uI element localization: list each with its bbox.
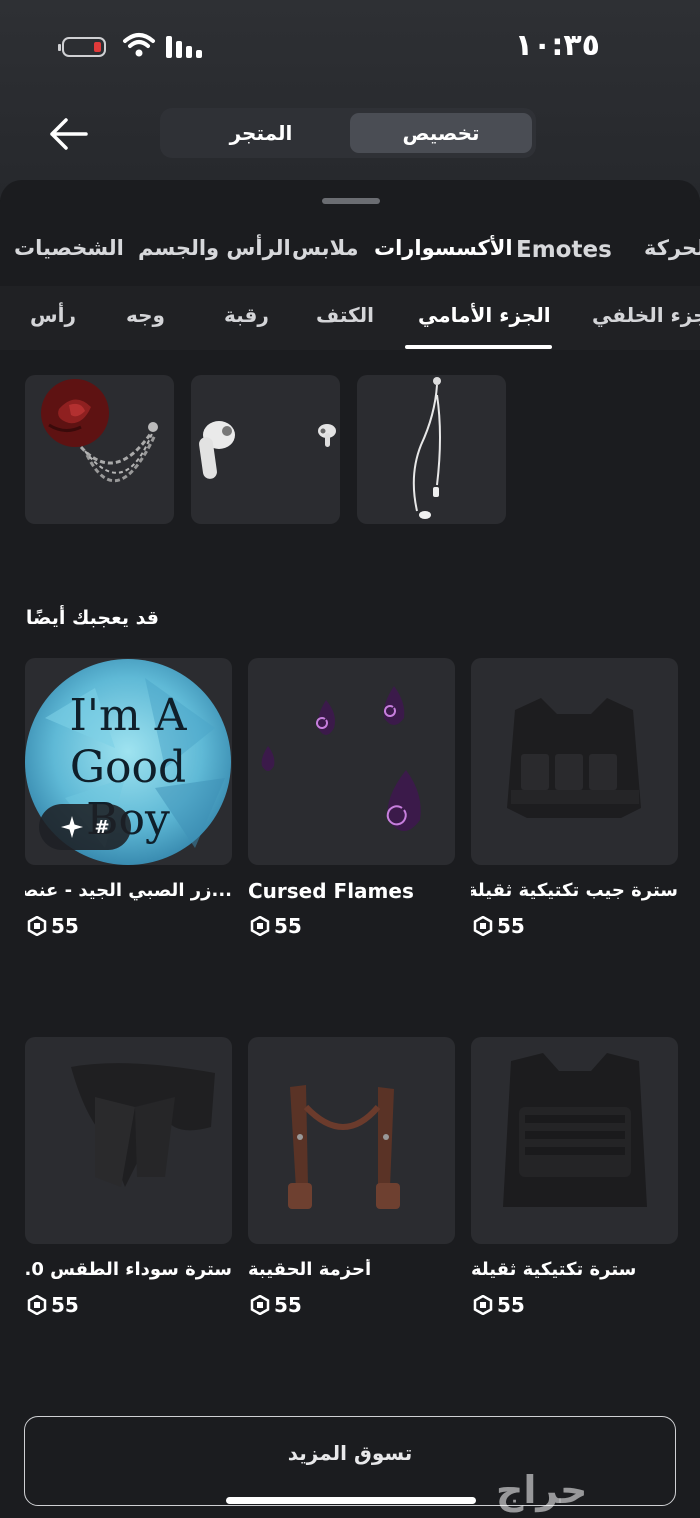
item-name-tactical-pocket-vest: سترة جيب تكتيكية ثقيلة ... xyxy=(471,880,678,901)
item-price: 55 xyxy=(473,1293,525,1317)
item-name-heavy-tactical-vest: سترة تكتيكية ثقيلة xyxy=(471,1259,637,1280)
svg-text:I'm A: I'm A xyxy=(70,690,188,741)
wifi-icon xyxy=(123,33,155,57)
item-price: 55 xyxy=(473,914,525,938)
badge-hash: # xyxy=(94,816,110,838)
subcategory-head[interactable]: رأس xyxy=(30,303,76,327)
subcategory-front[interactable]: الجزء الأمامي xyxy=(418,303,551,327)
bag-straps-image xyxy=(288,1085,400,1209)
item-name-cursed-flames: Cursed Flames xyxy=(248,879,414,903)
item-card-heavy-tactical-vest[interactable] xyxy=(471,1037,678,1244)
equipped-item-rose-chain[interactable] xyxy=(25,375,174,524)
item-name-black-weather-vest: سترة سوداء الطقس 1.0 xyxy=(25,1259,232,1280)
robux-icon xyxy=(473,916,493,936)
item-card-black-weather-vest[interactable] xyxy=(25,1037,232,1244)
equipped-item-wired-earphones[interactable] xyxy=(357,375,506,524)
cursed-flames-image xyxy=(261,686,421,831)
shop-more-label: تسوق المزيد xyxy=(287,1441,413,1465)
heavy-tactical-vest-image xyxy=(503,1053,647,1207)
item-price: 55 xyxy=(250,1293,302,1317)
item-price: 55 xyxy=(27,1293,79,1317)
category-head-body[interactable]: الرأس والجسم xyxy=(138,236,291,260)
svg-text:Good: Good xyxy=(70,742,186,793)
item-price: 55 xyxy=(250,914,302,938)
back-arrow-icon[interactable] xyxy=(48,116,88,152)
wired-earphones-icon xyxy=(412,377,441,519)
robux-icon xyxy=(27,916,47,936)
subcategory-shoulder[interactable]: الكتف xyxy=(316,303,374,327)
recommendations-title: قد يعجبك أيضًا xyxy=(25,607,159,629)
subcategory-face[interactable]: وجه xyxy=(126,303,165,327)
header-segmented-control: المتجر تخصيص xyxy=(160,108,536,158)
home-indicator[interactable] xyxy=(226,1497,476,1504)
category-emotes[interactable]: Emotes xyxy=(516,237,612,263)
subcategory-back[interactable]: جزء الخلفي xyxy=(592,303,700,327)
robux-icon xyxy=(27,1295,47,1315)
earbuds-icon xyxy=(199,421,336,479)
item-price: 55 xyxy=(27,914,79,938)
item-card-bag-straps[interactable] xyxy=(248,1037,455,1244)
tab-store[interactable]: المتجر xyxy=(168,113,354,153)
tab-customize[interactable]: تخصيص xyxy=(350,113,532,153)
robux-icon xyxy=(473,1295,493,1315)
status-time: ١٠:٣٥ xyxy=(514,28,600,63)
category-animation[interactable]: الحركة xyxy=(644,236,700,260)
tactical-pocket-vest-image xyxy=(507,698,641,818)
active-subcategory-indicator xyxy=(405,345,552,349)
equipped-item-earbuds[interactable] xyxy=(191,375,340,524)
item-name-good-boy-button: ...زر الصبي الجيد - عنصر م xyxy=(25,880,232,901)
battery-icon xyxy=(58,37,106,57)
item-badge: # xyxy=(39,804,131,850)
rose-chain-icon xyxy=(41,379,158,483)
robux-icon xyxy=(250,916,270,936)
sparkle-icon xyxy=(61,816,84,838)
item-card-tactical-pocket-vest[interactable] xyxy=(471,658,678,865)
category-clothing[interactable]: ملابس xyxy=(292,236,359,260)
item-name-bag-straps: أحزمة الحقيبة xyxy=(248,1259,372,1280)
status-bar: ١٠:٣٥ xyxy=(0,0,700,90)
sheet-drag-handle[interactable] xyxy=(322,198,380,204)
watermark-logo: حراج xyxy=(496,1468,588,1512)
black-weather-vest-image xyxy=(71,1063,215,1187)
robux-icon xyxy=(250,1295,270,1315)
category-characters[interactable]: الشخصيات xyxy=(14,236,124,260)
item-card-cursed-flames[interactable] xyxy=(248,658,455,865)
category-accessories[interactable]: الأكسسوارات xyxy=(374,236,513,260)
signal-icon xyxy=(166,36,202,58)
item-card-good-boy-button[interactable]: I'm A Good Boy # xyxy=(25,658,232,865)
subcategory-neck[interactable]: رقبة xyxy=(224,303,269,327)
